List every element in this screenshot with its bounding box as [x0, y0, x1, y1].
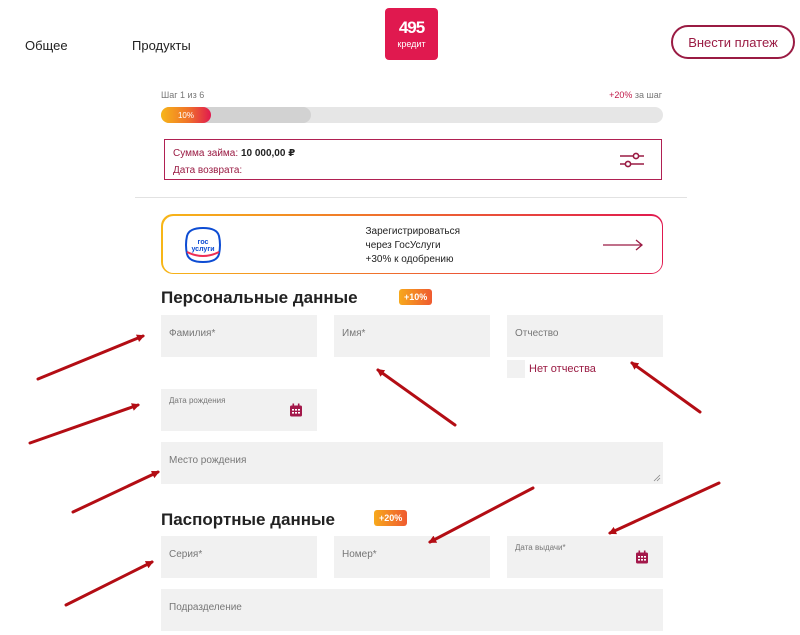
issue-date-field[interactable]: Дата выдачи* — [507, 536, 663, 578]
no-middle-name-checkbox[interactable] — [507, 360, 525, 378]
step-bonus: +20% за шаг — [609, 90, 662, 100]
gosuslugi-line1: Зарегистрироваться — [365, 225, 461, 237]
loan-amount-label: Сумма займа: — [173, 148, 241, 159]
passport-series-placeholder: Серия* — [169, 549, 203, 560]
progress-bar: 10% — [161, 107, 663, 123]
calendar-icon[interactable] — [289, 403, 303, 417]
passport-number-field[interactable]: Номер* — [334, 536, 490, 578]
passport-data-title: Паспортные данные — [161, 510, 335, 529]
no-middle-name-label[interactable]: Нет отчества — [529, 363, 596, 375]
section-divider — [135, 197, 687, 198]
resize-handle-icon[interactable] — [653, 474, 661, 482]
annotation-arrow — [428, 486, 535, 544]
step-bonus-suffix: за шаг — [632, 90, 662, 100]
last-name-placeholder: Фамилия* — [169, 328, 216, 339]
first-name-placeholder: Имя* — [342, 328, 366, 339]
loan-amount-value: 10 000,00 ₽ — [240, 148, 296, 159]
settings-sliders-icon[interactable] — [619, 152, 645, 168]
gosuslugi-logo-line2: услуги — [191, 246, 214, 253]
annotation-arrow — [376, 368, 457, 427]
gosuslugi-logo-line1: гос — [197, 239, 208, 246]
annotation-arrow — [64, 560, 154, 607]
arrow-right-icon[interactable] — [602, 238, 644, 252]
loan-summary: Сумма займа: 10 000,00 ₽ Дата возврата: — [164, 139, 662, 180]
return-date-label: Дата возврата: — [173, 165, 243, 176]
last-name-field[interactable]: Фамилия* — [161, 315, 317, 357]
calendar-icon[interactable] — [635, 550, 649, 564]
gosuslugi-line3: +30% к одобрению — [365, 253, 454, 265]
annotation-arrow — [608, 481, 721, 535]
passport-bonus-badge: +20% — [374, 510, 408, 526]
middle-name-placeholder: Отчество — [515, 328, 559, 339]
step-indicator: Шаг 1 из 6 — [161, 90, 205, 100]
nav-link-general[interactable]: Общее — [25, 38, 68, 53]
gosuslugi-text: Зарегистрироваться через ГосУслуги +30% … — [366, 225, 461, 267]
passport-series-field[interactable]: Серия* — [161, 536, 317, 578]
birth-date-field[interactable]: Дата рождения — [161, 389, 317, 431]
annotation-arrow — [71, 470, 160, 514]
birth-date-placeholder: Дата рождения — [169, 396, 226, 405]
step-bonus-percent: +20% — [609, 90, 633, 100]
progress-fill: 10% — [161, 107, 211, 123]
gosuslugi-card-inner: гос услуги Зарегистрироваться через ГосУ… — [162, 215, 662, 273]
middle-name-field[interactable]: Отчество — [507, 315, 663, 357]
annotation-arrow — [36, 334, 145, 381]
birth-place-field[interactable]: Место рождения — [161, 442, 663, 484]
gosuslugi-logo-icon: гос услуги — [184, 226, 221, 263]
gosuslugi-register-card[interactable]: гос услуги Зарегистрироваться через ГосУ… — [161, 214, 663, 274]
birth-place-placeholder: Место рождения — [169, 455, 247, 466]
personal-bonus-badge: +10% — [399, 289, 433, 305]
personal-data-title: Персональные данные — [161, 288, 358, 307]
first-name-field[interactable]: Имя* — [334, 315, 490, 357]
annotation-arrow — [28, 403, 140, 445]
issue-date-placeholder: Дата выдачи* — [515, 543, 566, 552]
annotation-arrow — [630, 361, 702, 414]
brand-logo[interactable]: 495 кредит — [385, 8, 438, 60]
no-middle-name-option[interactable]: Нет отчества — [507, 360, 596, 378]
logo-word: кредит — [397, 39, 426, 49]
loan-amount-row: Сумма займа: 10 000,00 ₽ — [173, 148, 295, 159]
department-field[interactable]: Подразделение — [161, 589, 663, 631]
logo-number: 495 — [398, 18, 425, 37]
department-placeholder: Подразделение — [169, 602, 242, 613]
passport-number-placeholder: Номер* — [342, 549, 377, 560]
gosuslugi-line2: через ГосУслуги — [365, 239, 441, 251]
make-payment-button[interactable]: Внести платеж — [671, 25, 795, 59]
nav-link-products[interactable]: Продукты — [132, 38, 191, 53]
